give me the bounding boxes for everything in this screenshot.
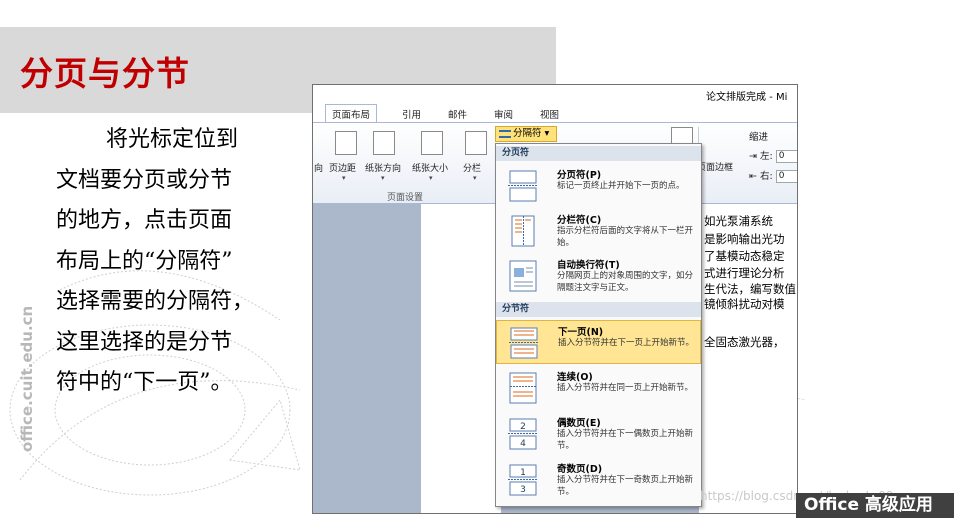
body-line: 选择需要的分隔符， [56,289,255,314]
body-line: 这里选择的是分节 [56,329,233,355]
document-page [421,204,501,513]
menu-item-odd-page[interactable]: 13 奇数页(D) 插入分节符并在下一奇数页上开始新节。 [496,458,701,502]
menu-item-title: 下一页(N) [558,327,604,338]
menu-item-title: 偶数页(E) [557,418,601,429]
column-break-icon [511,215,535,247]
slide-title: 分页与分节 [20,54,190,93]
margins-icon[interactable] [335,131,357,155]
breaks-button[interactable]: 分隔符 ▾ [495,126,557,142]
menu-item-desc: 插入分节符并在下一奇数页上开始新节。 [557,475,694,497]
breaks-button-label: 分隔符 [513,128,542,139]
next-page-break-icon [509,327,539,359]
indent-left-input[interactable]: 0 [775,150,797,163]
vertical-watermark: office.cuit.edu.cn [18,305,36,452]
menu-item-title: 连续(O) [557,372,593,383]
word-screenshot: 论文排版完成 - Mi 页面布局 引用 邮件 审阅 视图 向 页边距 纸张方向 … [312,84,798,514]
page-setup-group-label: 页面设置 [387,193,424,203]
even-page-break-icon: 24 [508,418,538,450]
document-line: 生代法，编写数值 [704,282,796,296]
svg-text:1: 1 [520,468,526,478]
columns-icon[interactable] [465,131,487,155]
chevron-down-icon: ▾ [473,174,477,182]
chevron-down-icon: ▾ [429,174,433,182]
section-breaks-header: 分节符 [496,302,701,317]
paper-orientation-button[interactable]: 纸张方向 [365,161,401,174]
indent-right-icon: ⇤ [749,171,757,182]
indent-right-row: ⇤ 右: 0 [749,168,797,183]
columns-button[interactable]: 分栏 [463,161,481,174]
document-line: 式进行理论分析 [704,266,785,280]
page-breaks-header: 分页符 [496,146,701,161]
slide-body: 将光标定位到 文档要分页或分节 的地方，点击页面 布局上的“分隔符” 选择需要的… [56,120,286,404]
menu-item-title: 分栏符(C) [557,215,602,226]
menu-item-next-page[interactable]: 下一页(N) 插入分节符并在下一页上开始新节。 [496,320,701,364]
brand-badge: Office 高级应用 [796,493,954,518]
breaks-dropdown-menu: 分页符 分页符(P) 标记一页终止并开始下一页的点。 分栏符(C) 指示分栏符后… [495,143,702,507]
breaks-icon [499,129,511,138]
svg-text:2: 2 [520,422,526,432]
menu-item-continuous[interactable]: 连续(O) 插入分节符并在同一页上开始新节。 [496,366,701,410]
tab-review[interactable]: 审阅 [494,107,513,121]
menu-item-page-break[interactable]: 分页符(P) 标记一页终止并开始下一页的点。 [496,164,701,208]
document-line: 了基模动态稳定 [704,249,785,263]
svg-text:4: 4 [520,439,526,449]
menu-item-desc: 插入分节符并在同一页上开始新节。 [557,383,694,393]
menu-item-title: 奇数页(D) [557,464,603,475]
tab-page-layout[interactable]: 页面布局 [325,104,378,123]
indent-left-icon: ⇥ [749,151,757,162]
orientation-button[interactable]: 向 [314,161,323,174]
menu-item-column-break[interactable]: 分栏符(C) 指示分栏符后面的文字将从下一栏开始。 [496,209,701,253]
window-title: 论文排版完成 - Mi [706,92,788,103]
svg-text:3: 3 [520,485,526,495]
tab-mailings[interactable]: 邮件 [448,107,467,121]
window-titlebar: 论文排版完成 - Mi [313,85,797,103]
tab-view[interactable]: 视图 [540,107,559,121]
text-wrapping-break-icon [509,260,537,292]
body-line: 文档要分页或分节 [56,167,233,193]
paper-size-icon[interactable] [421,131,443,155]
menu-item-desc: 分隔网页上的对象周围的文字，如分隔题注文字与正文。 [557,271,694,293]
page-break-icon [508,170,538,202]
menu-item-desc: 插入分节符并在下一页上开始新节。 [558,338,695,348]
menu-item-desc: 插入分节符并在下一偶数页上开始新节。 [557,429,694,451]
indent-left-label: 左: [760,151,773,162]
body-line: 布局上的“分隔符” [56,248,233,274]
body-line: 符中的“下一页”。 [56,370,233,395]
odd-page-break-icon: 13 [508,464,538,496]
indent-right-input[interactable]: 0 [775,170,797,183]
paper-size-button[interactable]: 纸张大小 [412,161,448,174]
tab-references[interactable]: 引用 [402,107,421,121]
menu-item-title: 自动换行符(T) [557,260,620,271]
menu-item-desc: 指示分栏符后面的文字将从下一栏开始。 [557,226,694,248]
body-line: 将光标定位到 [106,127,239,152]
document-line: 全固态激光器， [704,335,785,349]
page-borders-button[interactable]: 页面边框 [697,160,742,173]
menu-item-desc: 标记一页终止并开始下一页的点。 [557,181,685,191]
document-line: 镜倾斜扰动对模 [704,297,785,311]
paper-orientation-icon[interactable] [373,131,395,155]
menu-item-even-page[interactable]: 24 偶数页(E) 插入分节符并在下一偶数页上开始新节。 [496,412,701,456]
indent-heading: 缩进 [749,132,769,143]
margins-button[interactable]: 页边距 [329,161,356,174]
document-line: 如光泵浦系统 [704,214,773,228]
body-line: 的地方，点击页面 [56,208,233,233]
indent-left-row: ⇥ 左: 0 [749,148,797,163]
indent-right-label: 右: [760,171,773,182]
menu-item-title: 分页符(P) [557,170,602,181]
ribbon-tabs: 页面布局 引用 邮件 审阅 视图 [313,103,797,123]
chevron-down-icon: ▾ [381,174,385,182]
continuous-break-icon [509,372,537,404]
chevron-down-icon: ▾ [342,174,346,182]
menu-item-text-wrapping-break[interactable]: 自动换行符(T) 分隔网页上的对象周围的文字，如分隔题注文字与正文。 [496,254,701,298]
document-line: 是影响输出光功 [704,232,785,246]
